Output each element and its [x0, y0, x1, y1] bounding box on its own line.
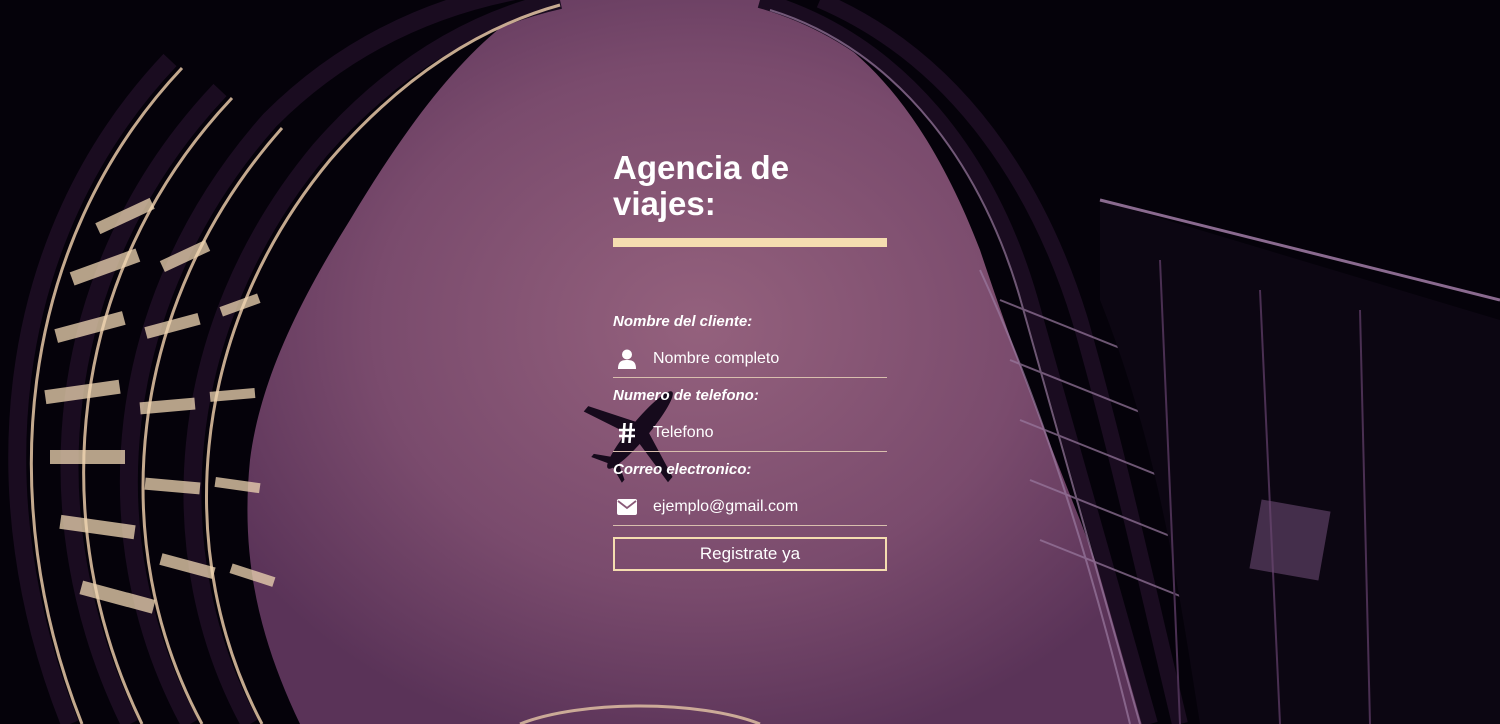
email-label: Correo electronico: — [613, 461, 752, 478]
register-button[interactable]: Registrate ya — [613, 537, 887, 571]
client-name-label: Nombre del cliente: — [613, 313, 753, 330]
envelope-icon — [614, 497, 640, 517]
phone-number-input[interactable] — [653, 421, 887, 445]
user-icon — [614, 349, 640, 369]
title-underline — [613, 238, 887, 247]
email-input[interactable] — [653, 495, 887, 519]
page-background: Agencia de viajes: Nombre del cliente: N… — [0, 0, 1500, 724]
registration-form: Agencia de viajes: Nombre del cliente: N… — [613, 150, 887, 571]
page-title: Agencia de viajes: — [613, 149, 790, 222]
phone-number-label: Numero de telefono: — [613, 387, 759, 404]
email-field-row — [613, 489, 887, 526]
hashtag-icon — [614, 423, 640, 443]
client-name-input[interactable] — [653, 347, 887, 371]
client-name-field-row — [613, 341, 887, 378]
phone-number-field-row — [613, 415, 887, 452]
